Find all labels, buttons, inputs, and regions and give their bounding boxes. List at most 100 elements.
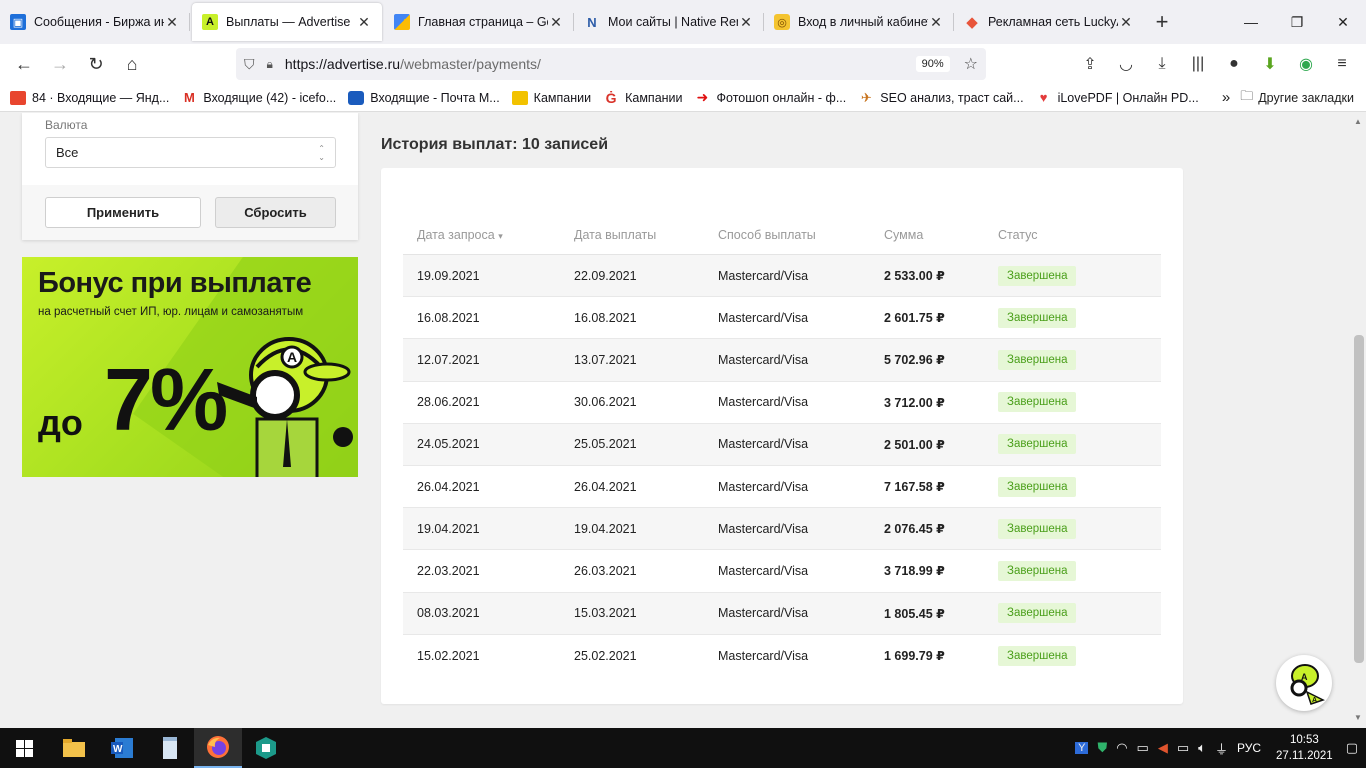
close-icon[interactable]: ✕ bbox=[928, 14, 944, 31]
other-bookmarks[interactable]: 🗀︎ Другие закладки bbox=[1240, 87, 1354, 109]
scroll-down-icon[interactable]: ▼ bbox=[1354, 713, 1362, 722]
column-amount: Сумма bbox=[884, 227, 924, 242]
bookmark-item[interactable]: 84 · Входящие — Янд... bbox=[10, 90, 169, 105]
security-app-icon[interactable] bbox=[242, 728, 290, 768]
network-icon[interactable]: ▭ bbox=[1137, 740, 1149, 756]
bookmark-item[interactable]: Входящие - Почта М... bbox=[348, 90, 500, 105]
wifi-icon[interactable]: ◠ bbox=[1116, 740, 1127, 756]
green-circle-extension-icon[interactable]: ◉ bbox=[1294, 50, 1318, 78]
minimize-icon[interactable]: — bbox=[1228, 0, 1274, 44]
tab-title: Выплаты — Advertise bbox=[226, 15, 351, 29]
status-badge: Завершена bbox=[998, 392, 1077, 413]
language-indicator[interactable]: РУС bbox=[1237, 741, 1261, 755]
payment-amount: 2 501.00 ₽ bbox=[884, 437, 945, 452]
payment-method: Mastercard/Visa bbox=[718, 606, 809, 621]
payments-history-card: Дата запроса ▾ Дата выплаты Способ выпла… bbox=[381, 168, 1183, 704]
tab-luckyad[interactable]: ◆ Рекламная сеть LuckyAd ✕ bbox=[954, 0, 1144, 44]
chevron-more-icon[interactable]: » bbox=[1222, 89, 1230, 106]
tab-birzha[interactable]: ▣ Сообщения - Биржа инт ✕ bbox=[0, 0, 190, 44]
payout-date: 26.04.2021 bbox=[574, 479, 637, 494]
reload-icon[interactable]: ↻ bbox=[78, 48, 114, 80]
file-explorer-icon[interactable] bbox=[50, 728, 98, 768]
clock[interactable]: 10:53 27.11.2021 bbox=[1276, 732, 1333, 764]
system-tray: Y ⛊ ◠ ▭ ◀ ▭ 🔈︎ ⏚ РУС 10:53 27.11.2021 ▢ bbox=[1075, 732, 1366, 764]
shield-tray-icon[interactable]: ⛊ bbox=[1097, 740, 1107, 756]
home-icon[interactable]: ⌂ bbox=[114, 48, 150, 80]
table-row: 19.04.2021 19.04.2021 Mastercard/Visa 2 … bbox=[403, 508, 1161, 551]
tab-title: Главная страница – Goo bbox=[418, 15, 548, 29]
zoom-indicator[interactable]: 90% bbox=[915, 56, 950, 72]
close-icon[interactable]: ✕ bbox=[548, 14, 564, 31]
usb-icon[interactable]: ⏚ bbox=[1215, 739, 1228, 758]
tab-title: Мои сайты | Native Rent bbox=[608, 15, 738, 29]
notifications-icon[interactable]: ▢ bbox=[1346, 740, 1358, 756]
ilovepdf-icon: ♥ bbox=[1039, 90, 1048, 105]
luckyad-icon: ◆ bbox=[966, 14, 978, 31]
bookmark-item[interactable]: Ġ Кампании bbox=[603, 90, 683, 106]
scroll-up-icon[interactable]: ▲ bbox=[1354, 117, 1362, 126]
tray-app-icon[interactable]: Y bbox=[1075, 742, 1089, 754]
payment-method: Mastercard/Visa bbox=[718, 648, 809, 663]
sort-down-icon[interactable]: ▾ bbox=[498, 231, 503, 241]
bookmark-item[interactable]: ♥ iLovePDF | Онлайн PD... bbox=[1036, 90, 1199, 105]
status-badge: Завершена bbox=[998, 434, 1077, 455]
table-row: 16.08.2021 16.08.2021 Mastercard/Visa 2 … bbox=[403, 297, 1161, 340]
library-icon[interactable]: ||| bbox=[1186, 50, 1210, 78]
notepad-icon[interactable] bbox=[146, 728, 194, 768]
payment-amount: 2 533.00 ₽ bbox=[884, 269, 945, 284]
address-bar[interactable]: ⛉ 🔒︎ https://advertise.ru/webmaster/paym… bbox=[236, 48, 986, 80]
payout-date: 26.03.2021 bbox=[574, 563, 637, 578]
green-arrow-extension-icon[interactable]: ⬇ bbox=[1258, 50, 1282, 78]
word-icon[interactable]: W bbox=[98, 728, 146, 768]
tab-google-ads[interactable]: Главная страница – Goo ✕ bbox=[384, 0, 574, 44]
bookmark-item[interactable]: M Входящие (42) - icefo... bbox=[181, 90, 336, 105]
screen-icon: ▣ bbox=[10, 14, 26, 30]
notification-flag-icon[interactable]: ◀ bbox=[1158, 740, 1168, 756]
bookmark-item[interactable]: ✈ SEO анализ, траст сай... bbox=[858, 90, 1024, 105]
tab-cabinet[interactable]: ◎ Вход в личный кабинет | ✕ bbox=[764, 0, 954, 44]
lock-icon[interactable]: 🔒︎ bbox=[267, 57, 273, 72]
menu-icon[interactable]: ≡ bbox=[1330, 50, 1354, 78]
support-chat-button[interactable]: A A bbox=[1276, 655, 1332, 711]
close-icon[interactable]: ✕ bbox=[356, 14, 372, 31]
bonus-banner[interactable]: Бонус при выплате на расчетный счет ИП, … bbox=[22, 257, 358, 477]
banner-title: Бонус при выплате bbox=[38, 267, 312, 299]
request-date: 24.05.2021 bbox=[417, 437, 480, 452]
bookmark-item[interactable]: Кампании bbox=[511, 90, 591, 105]
bookmark-star-icon[interactable]: ☆ bbox=[964, 54, 978, 74]
reset-button[interactable]: Сбросить bbox=[215, 197, 336, 228]
apply-button[interactable]: Применить bbox=[45, 197, 201, 228]
pocket-icon[interactable]: ◡ bbox=[1114, 50, 1138, 78]
download-icon[interactable]: ⤓ bbox=[1150, 50, 1174, 78]
status-badge: Завершена bbox=[998, 265, 1077, 286]
bookmark-item[interactable]: ➜ Фотошоп онлайн - ф... bbox=[695, 89, 847, 105]
close-window-icon[interactable]: ✕ bbox=[1320, 0, 1366, 44]
shield-icon[interactable]: ⛉ bbox=[244, 56, 255, 73]
windows-start-icon[interactable] bbox=[0, 728, 48, 768]
tab-title: Рекламная сеть LuckyAd bbox=[988, 15, 1118, 29]
forward-icon[interactable]: → bbox=[42, 48, 78, 80]
payout-date: 25.02.2021 bbox=[574, 648, 637, 663]
new-tab-button[interactable]: + bbox=[1144, 0, 1180, 44]
url-text[interactable]: https://advertise.ru/webmaster/payments/ bbox=[285, 56, 541, 72]
firefox-icon[interactable] bbox=[194, 728, 242, 768]
close-icon[interactable]: ✕ bbox=[1118, 14, 1134, 31]
payments-table: Дата запроса ▾ Дата выплаты Способ выпла… bbox=[403, 215, 1161, 677]
pocket-save-icon[interactable]: ⇪ bbox=[1078, 50, 1102, 78]
tab-native-rent[interactable]: N Мои сайты | Native Rent ✕ bbox=[574, 0, 764, 44]
volume-icon[interactable]: 🔈︎ bbox=[1198, 740, 1206, 756]
close-icon[interactable]: ✕ bbox=[738, 14, 754, 31]
restore-icon[interactable]: ❐ bbox=[1274, 0, 1320, 44]
back-icon[interactable]: ← bbox=[6, 48, 42, 80]
navigation-bar: ← → ↻ ⌂ ⛉ 🔒︎ https://advertise.ru/webmas… bbox=[0, 44, 1366, 84]
page-scrollbar[interactable]: ▲ ▼ bbox=[1350, 113, 1366, 728]
close-icon[interactable]: ✕ bbox=[164, 14, 180, 31]
display-icon[interactable]: ▭ bbox=[1177, 740, 1189, 756]
currency-select[interactable]: Все ⌃ ⌄ bbox=[45, 137, 336, 168]
advertise-logo-icon: A bbox=[202, 14, 218, 30]
mascot-chat-icon: A A bbox=[1290, 664, 1325, 705]
scroll-thumb[interactable] bbox=[1354, 335, 1364, 663]
column-request-date[interactable]: Дата запроса ▾ bbox=[403, 228, 560, 242]
info-extension-icon[interactable]: ● bbox=[1222, 50, 1246, 78]
tab-advertise[interactable]: A Выплаты — Advertise ✕ bbox=[192, 3, 382, 41]
